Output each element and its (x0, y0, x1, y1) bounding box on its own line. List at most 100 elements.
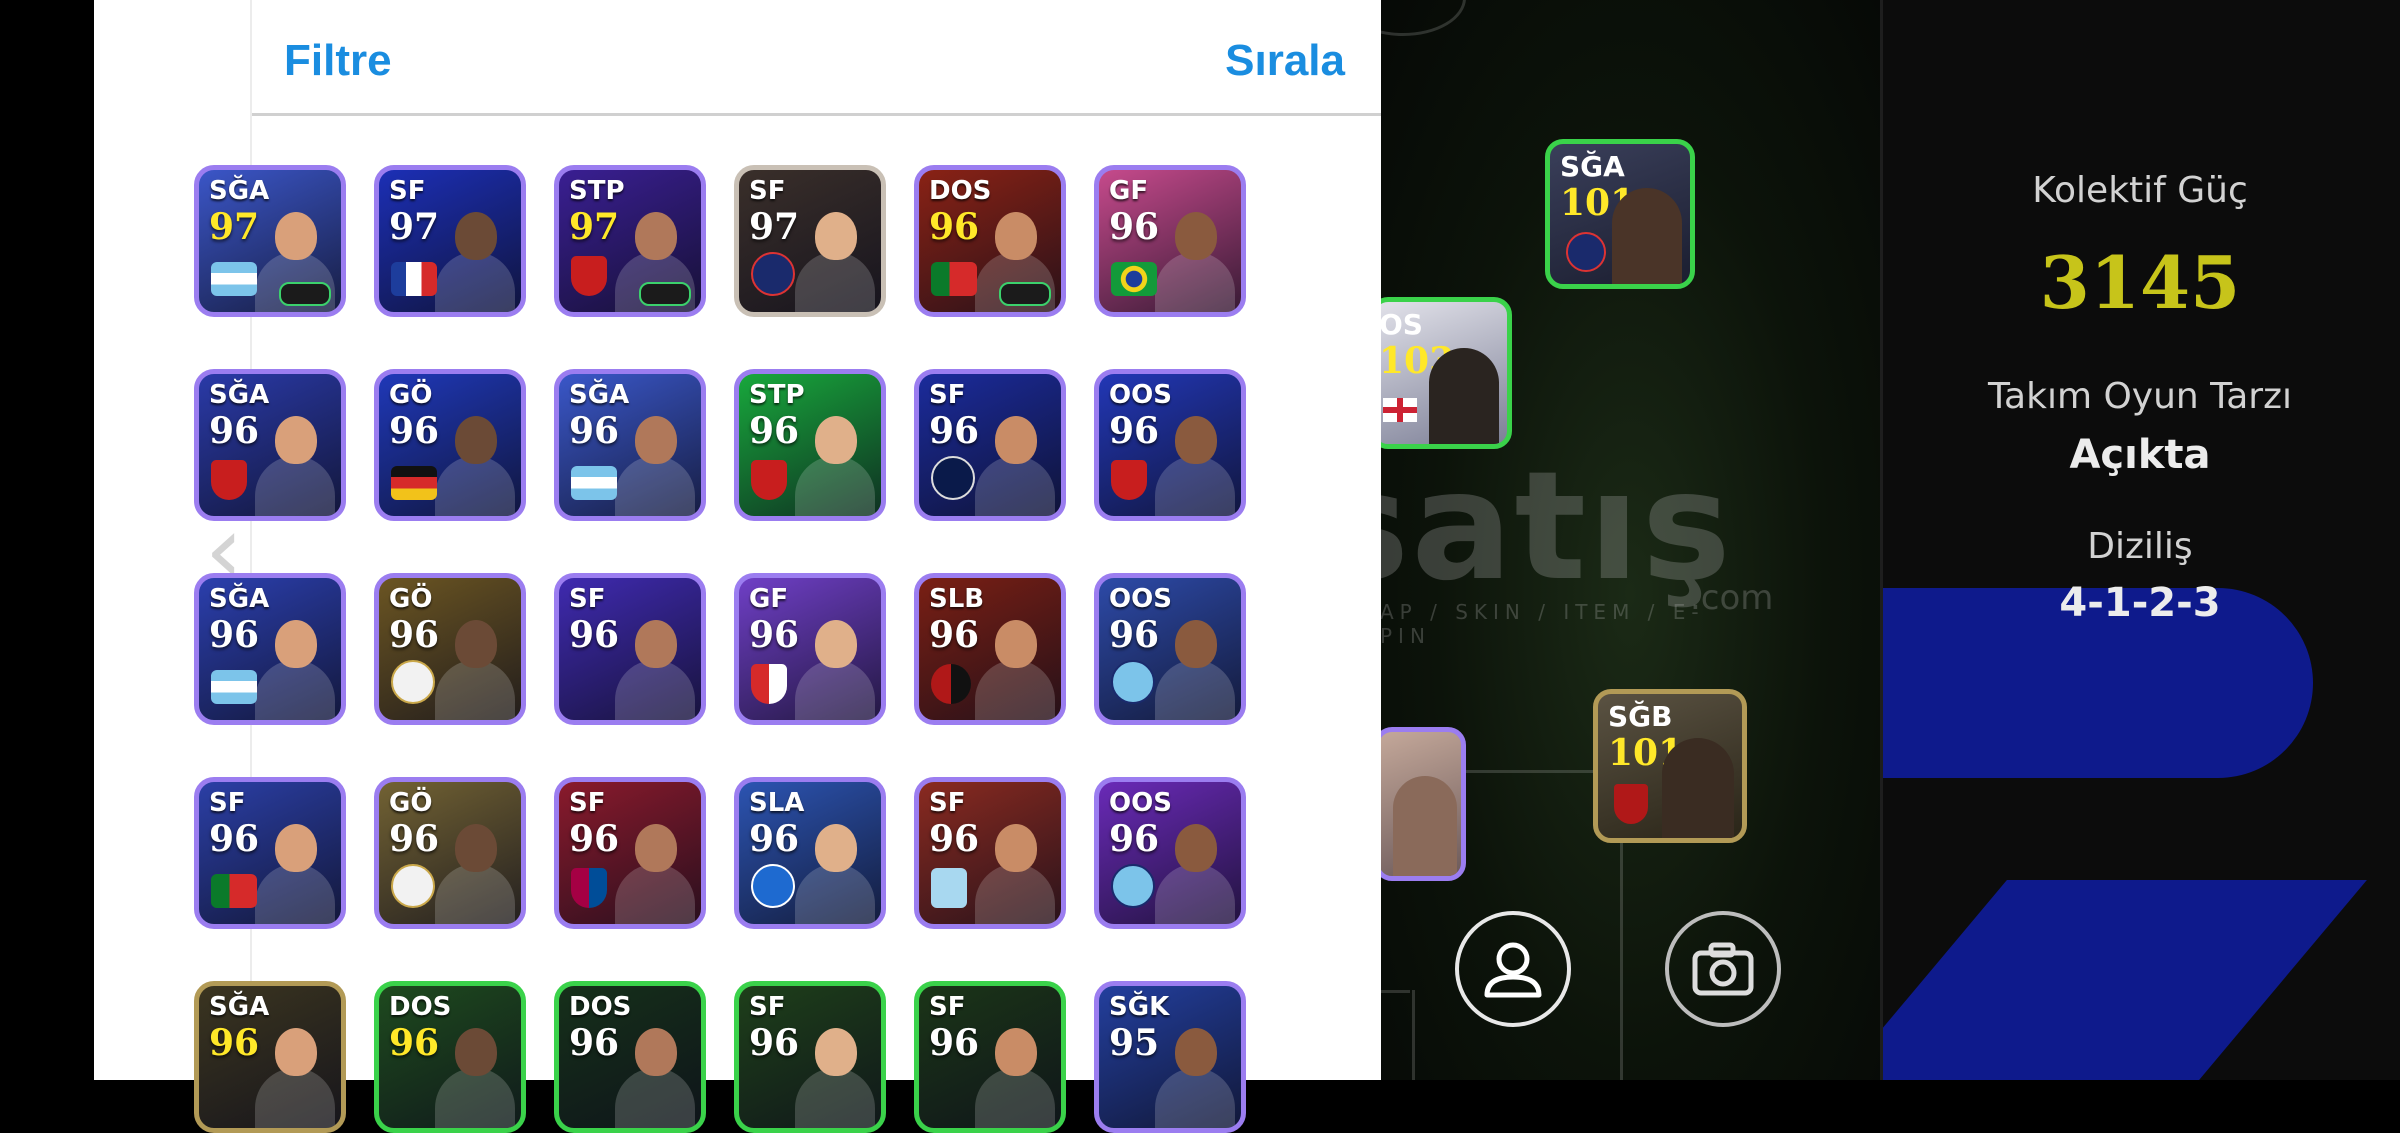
player-card[interactable]: SF 96 (734, 981, 886, 1133)
player-face (275, 620, 317, 668)
player-card[interactable]: SĞA 97 (194, 165, 346, 317)
player-card[interactable]: SLB 96 (914, 573, 1066, 725)
player-card[interactable]: SĞA 96 (194, 981, 346, 1133)
player-card[interactable]: SF 96 (914, 369, 1066, 521)
player-photo (253, 610, 335, 720)
player-kit (795, 660, 875, 720)
player-card[interactable]: OOS 96 (1094, 369, 1246, 521)
player-card[interactable]: SF 96 (194, 777, 346, 929)
player-rating: 96 (929, 818, 980, 860)
player-photo (973, 814, 1055, 924)
player-photo (253, 1018, 335, 1128)
player-position: SF (389, 176, 426, 206)
formation-value: 4-1-2-3 (2059, 580, 2221, 626)
player-position: STP (569, 176, 625, 206)
crest-barcelona-icon (571, 868, 607, 908)
player-photo (1153, 610, 1235, 720)
filter-button[interactable]: Filtre (284, 36, 392, 86)
player-rating: 96 (1109, 410, 1160, 452)
player-face (995, 824, 1037, 872)
player-position: SĞK (1109, 992, 1170, 1022)
player-photo (1612, 188, 1682, 284)
player-card[interactable]: GF 96 (734, 573, 886, 725)
player-photo (1153, 202, 1235, 312)
player-card[interactable]: GF 96 (1094, 165, 1246, 317)
player-rating: 96 (749, 614, 800, 656)
player-position: SLA (749, 788, 805, 818)
player-kit (435, 1068, 515, 1128)
player-card[interactable]: SĞA 96 (194, 369, 346, 521)
player-card[interactable]: SLA 96 (734, 777, 886, 929)
player-card[interactable]: STP 97 (554, 165, 706, 317)
player-kit (255, 864, 335, 924)
player-photo (1662, 738, 1734, 838)
crest-madrid-icon (391, 660, 435, 704)
player-face (815, 212, 857, 260)
player-photo (253, 406, 335, 516)
player-card[interactable]: SĞA 96 (194, 573, 346, 725)
pitch-player-card-partial[interactable] (1374, 727, 1466, 881)
watermark-subtitle: AP / SKIN / ITEM / E-PIN (1380, 600, 1705, 648)
player-card[interactable]: GÖ 96 (374, 777, 526, 929)
player-face (1175, 212, 1217, 260)
player-position: DOS (389, 992, 452, 1022)
player-position: SĞA (209, 176, 270, 206)
skill-boost-icon (999, 282, 1051, 306)
player-card[interactable]: DOS 96 (914, 165, 1066, 317)
player-position: SF (929, 992, 966, 1022)
player-rating: 96 (209, 1022, 260, 1064)
player-card[interactable]: SF 96 (554, 573, 706, 725)
player-position: SĞA (209, 992, 270, 1022)
player-rating: 96 (209, 410, 260, 452)
player-kit (255, 1068, 335, 1128)
player-face (1175, 1028, 1217, 1076)
player-card[interactable]: SF 97 (374, 165, 526, 317)
player-position: SĞA (569, 380, 630, 410)
flag-portugal-icon (211, 874, 257, 908)
player-card[interactable]: STP 96 (734, 369, 886, 521)
pitch-player-card[interactable]: SĞB 101 (1593, 689, 1747, 843)
crest-city-icon (1111, 864, 1155, 908)
flag-france-icon (391, 262, 437, 296)
sort-button[interactable]: Sırala (1225, 36, 1345, 86)
left-edge-bar (0, 0, 94, 1080)
player-rating: 97 (569, 206, 620, 248)
player-card[interactable]: SĞA 96 (554, 369, 706, 521)
player-card[interactable]: SF 96 (914, 981, 1066, 1133)
player-card[interactable]: SF 97 (734, 165, 886, 317)
player-card[interactable]: SĞK 95 (1094, 981, 1246, 1133)
crest-madrid-icon (391, 864, 435, 908)
flag-england (1383, 398, 1417, 422)
player-photo (1153, 1018, 1235, 1128)
player-card[interactable]: GÖ 96 (374, 573, 526, 725)
player-card[interactable]: DOS 96 (554, 981, 706, 1133)
player-rating: 96 (1109, 614, 1160, 656)
player-rating: 96 (749, 1022, 800, 1064)
player-card[interactable]: OOS 96 (1094, 573, 1246, 725)
player-rating: 95 (1109, 1022, 1160, 1064)
pitch-player-card[interactable]: OS 103 (1370, 297, 1512, 449)
player-card[interactable]: OOS 96 (1094, 777, 1246, 929)
player-position: GÖ (389, 584, 433, 614)
team-playstyle-value: Açıkta (2069, 432, 2211, 478)
profile-button[interactable] (1455, 911, 1571, 1027)
crest-arsenal-icon (211, 460, 247, 500)
player-card[interactable]: SF 96 (914, 777, 1066, 929)
player-photo (613, 1018, 695, 1128)
player-face (635, 212, 677, 260)
player-kit (435, 660, 515, 720)
player-card[interactable]: DOS 96 (374, 981, 526, 1133)
player-kit (795, 1068, 875, 1128)
watermark-text: satış (1320, 440, 1733, 614)
flag-argentina-icon (571, 466, 617, 500)
screenshot-button[interactable] (1665, 911, 1781, 1027)
player-rating: 96 (929, 410, 980, 452)
pitch-player-card[interactable]: SĞA 101 (1545, 139, 1695, 289)
player-card[interactable]: SF 96 (554, 777, 706, 929)
player-rating: 96 (389, 410, 440, 452)
player-card[interactable]: GÖ 96 (374, 369, 526, 521)
player-kit (795, 252, 875, 312)
player-position: OOS (1109, 380, 1172, 410)
player-position: GF (1109, 176, 1149, 206)
player-rating: 97 (389, 206, 440, 248)
